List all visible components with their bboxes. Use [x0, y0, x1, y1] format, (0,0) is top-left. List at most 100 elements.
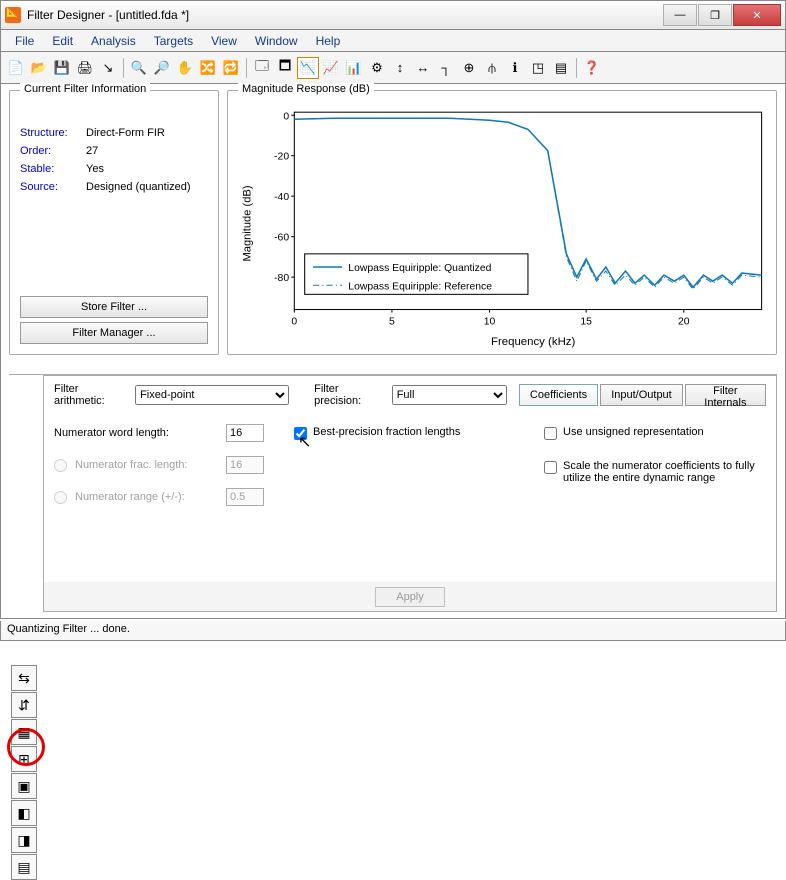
window-title: Filter Designer - [untitled.fda *]	[27, 8, 663, 22]
minimize-button[interactable]: —	[663, 4, 697, 26]
cfi-table: Structure:Direct-Form FIR Order:27 Stabl…	[18, 123, 193, 197]
response-j-icon[interactable]: ▤	[550, 57, 572, 79]
filter-manager-button[interactable]: Filter Manager ...	[20, 322, 208, 344]
cfi-value-order: 27	[86, 143, 191, 159]
svg-text:20: 20	[678, 317, 690, 328]
side-tool-5[interactable]: ▣	[11, 773, 37, 799]
app-icon	[5, 7, 21, 23]
current-filter-info-panel: Current Filter Information Structure:Dir…	[9, 90, 219, 355]
response-h-icon[interactable]: ⫛	[481, 57, 503, 79]
cfi-value-source: Designed (quantized)	[86, 179, 191, 195]
svg-text:0: 0	[291, 317, 297, 328]
side-tool-2[interactable]: ⇵	[11, 692, 37, 718]
cfi-value-stable: Yes	[86, 161, 191, 177]
help-icon[interactable]: ❓	[581, 57, 603, 79]
svg-text:-60: -60	[274, 233, 289, 244]
menu-edit[interactable]: Edit	[44, 32, 81, 50]
info-icon[interactable]: ℹ	[504, 57, 526, 79]
toolbar: 📄 📂 💾 🖨 ↘ 🔍 🔎 ✋ 🔀 🔁 🗔 🗖 📉 📈 📊 ⚙ ↕ ↔ ┐ ⊕ …	[0, 52, 786, 84]
response-f-icon[interactable]: ↔	[412, 57, 434, 79]
open-icon[interactable]: 📂	[28, 57, 50, 79]
response-i-icon[interactable]: ◳	[527, 57, 549, 79]
num-range-radio	[54, 491, 67, 504]
zoomout-icon[interactable]: 🔎	[151, 57, 173, 79]
filter-precision-label: Filter precision:	[314, 383, 386, 407]
num-frac-length-input	[226, 456, 264, 474]
svg-text:5: 5	[389, 317, 395, 328]
side-tool-1[interactable]: ⇆	[11, 665, 37, 691]
response-e-icon[interactable]: ↕	[389, 57, 411, 79]
response-d-icon[interactable]: ⚙	[366, 57, 388, 79]
cfi-label-structure: Structure:	[20, 125, 84, 141]
window-icon[interactable]: 🗔	[251, 57, 273, 79]
num-range-input	[226, 488, 264, 506]
maximize-button[interactable]: ❐	[698, 4, 732, 26]
cfi-label-stable: Stable:	[20, 161, 84, 177]
legend-r: Lowpass Equiripple: Reference	[348, 281, 492, 292]
side-tool-3[interactable]: ▦	[11, 719, 37, 745]
svg-text:-40: -40	[274, 192, 289, 203]
menu-targets[interactable]: Targets	[146, 32, 201, 50]
apply-bar: Apply	[43, 582, 777, 612]
num-frac-length-label: Numerator frac. length:	[75, 459, 218, 471]
filter-arithmetic-select[interactable]: Fixed-point	[135, 385, 289, 405]
num-word-length-label: Numerator word length:	[54, 427, 218, 439]
tab-input-output[interactable]: Input/Output	[600, 384, 683, 406]
unsigned-checkbox[interactable]	[544, 427, 557, 440]
lower-area: ⇆ ⇵ ▦ ⊞ ▣ ◧ ◨ ▤ Filter arithmetic: Fixed…	[9, 374, 777, 596]
cfi-value-structure: Direct-Form FIR	[86, 125, 191, 141]
print-preview-icon[interactable]: ↘	[97, 57, 119, 79]
quantization-panel: Filter arithmetic: Fixed-point Filter pr…	[43, 375, 777, 593]
response-c-icon[interactable]: 📊	[343, 57, 365, 79]
main-area: Current Filter Information Structure:Dir…	[0, 84, 786, 619]
new-icon[interactable]: 📄	[5, 57, 27, 79]
unsigned-label: Use unsigned representation	[563, 426, 704, 438]
side-tool-8[interactable]: ▤	[11, 854, 37, 880]
best-precision-label: Best-precision fraction lengths	[313, 426, 460, 438]
menu-file[interactable]: File	[7, 32, 42, 50]
legend-q: Lowpass Equiripple: Quantized	[348, 263, 491, 274]
status-bar: Quantizing Filter ... done.	[0, 621, 786, 641]
scale-label: Scale the numerator coefficients to full…	[563, 460, 766, 484]
tab-coefficients[interactable]: Coefficients	[519, 384, 598, 406]
side-tool-6[interactable]: ◧	[11, 800, 37, 826]
menu-view[interactable]: View	[203, 32, 245, 50]
cfi-label-source: Source:	[20, 179, 84, 195]
side-tool-7[interactable]: ◨	[11, 827, 37, 853]
num-word-length-input[interactable]	[226, 424, 264, 442]
zoomin-icon[interactable]: 🔍	[128, 57, 150, 79]
cfi-legend: Current Filter Information	[20, 83, 150, 95]
best-precision-checkbox[interactable]	[294, 427, 307, 440]
magnitude-chart: Magnitude (dB) Frequency (kHz) 0 -20 -40…	[232, 97, 772, 350]
num-frac-length-radio	[54, 459, 67, 472]
scale-checkbox[interactable]	[544, 461, 557, 474]
filter-arithmetic-label: Filter arithmetic:	[54, 383, 129, 407]
tool-b-icon[interactable]: 🔁	[220, 57, 242, 79]
store-filter-button[interactable]: Store Filter ...	[20, 296, 208, 318]
response-g-icon[interactable]: ┐	[435, 57, 457, 79]
filter-precision-select[interactable]: Full	[392, 385, 507, 405]
window-titlebar: Filter Designer - [untitled.fda *] — ❐ ✕	[0, 0, 786, 30]
xlabel: Frequency (kHz)	[491, 336, 576, 348]
side-tool-4[interactable]: ⊞	[11, 746, 37, 772]
mag-response-icon[interactable]: 📉	[297, 57, 319, 79]
tab-filter-internals[interactable]: Filter Internals	[685, 384, 766, 406]
polezero-icon[interactable]: ⊕	[458, 57, 480, 79]
phase-response-icon[interactable]: 📈	[320, 57, 342, 79]
menu-help[interactable]: Help	[308, 32, 349, 50]
svg-text:-20: -20	[274, 152, 289, 163]
ylabel: Magnitude (dB)	[242, 185, 254, 261]
status-text: Quantizing Filter ... done.	[7, 623, 130, 635]
menu-window[interactable]: Window	[247, 32, 306, 50]
close-button[interactable]: ✕	[733, 4, 781, 26]
mgr-legend: Magnitude Response (dB)	[238, 83, 374, 95]
print-icon[interactable]: 🖨	[74, 57, 96, 79]
svg-text:10: 10	[484, 317, 496, 328]
save-icon[interactable]: 💾	[51, 57, 73, 79]
tool-a-icon[interactable]: 🔀	[197, 57, 219, 79]
apply-button[interactable]: Apply	[375, 587, 445, 607]
svg-text:15: 15	[580, 317, 592, 328]
fullscreen-icon[interactable]: 🗖	[274, 57, 296, 79]
menu-analysis[interactable]: Analysis	[83, 32, 144, 50]
pan-icon[interactable]: ✋	[174, 57, 196, 79]
